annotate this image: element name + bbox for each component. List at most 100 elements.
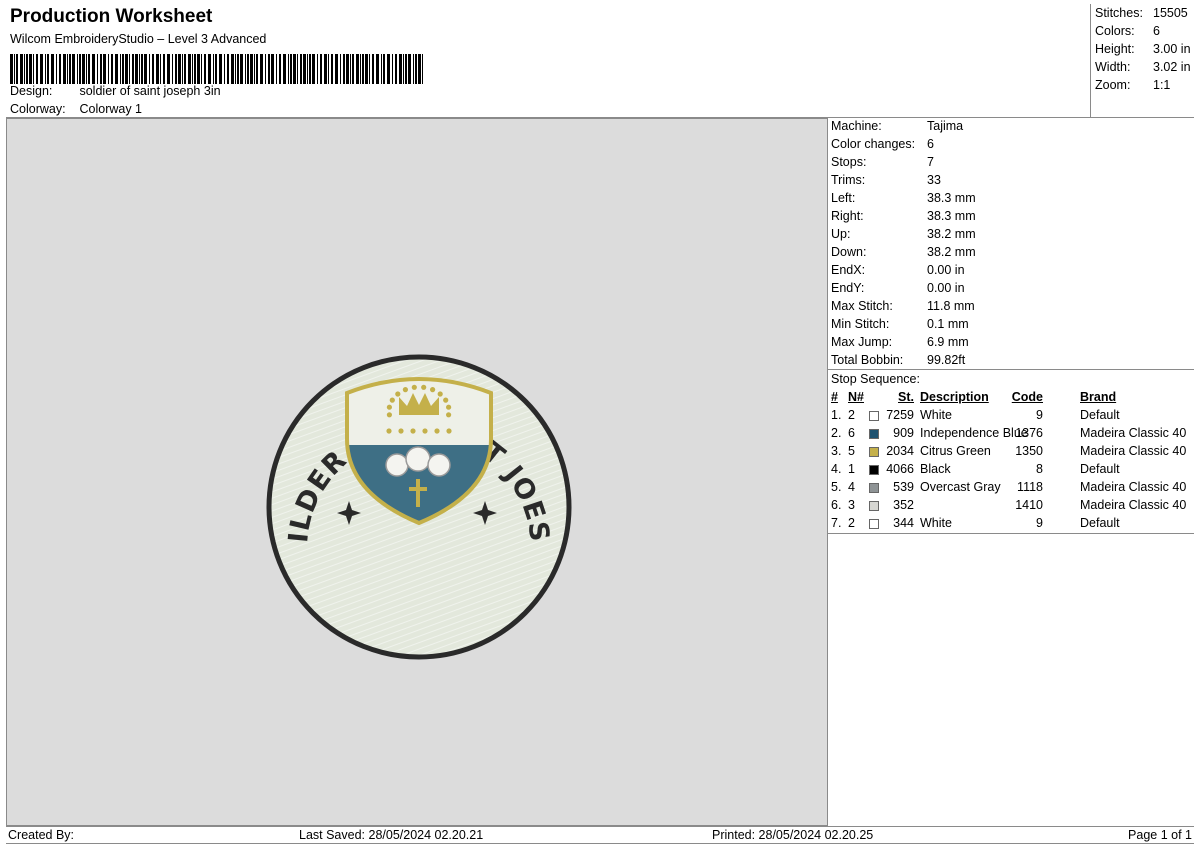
machine-info-row: Trims: 33 (831, 173, 941, 187)
row-code: 9 (1036, 516, 1043, 530)
summary-label: Height: (1095, 42, 1135, 56)
machine-info-label: Stops: (831, 155, 867, 169)
machine-info-label: EndX: (831, 263, 866, 277)
col-needle: N# (848, 390, 864, 404)
summary-value: 3.00 in (1153, 42, 1191, 56)
machine-info-row: Min Stitch: 0.1 mm (831, 317, 969, 331)
machine-info-label: EndY: (831, 281, 865, 295)
machine-info-row: Color changes: 6 (831, 137, 934, 151)
machine-info-label: Machine: (831, 119, 882, 133)
row-code: 1410 (1015, 498, 1043, 512)
stop-sequence-panel: Stop Sequence: # N# St. Description Code… (827, 370, 1194, 534)
machine-info-value: 0.00 in (927, 263, 965, 277)
machine-info-value: 99.82ft (927, 353, 966, 367)
embroidery-patch: SOILDER OF SAINT JOESPH (7, 119, 572, 660)
summary-label: Stitches: (1095, 6, 1143, 20)
design-preview[interactable]: SOILDER OF SAINT JOESPH (6, 118, 828, 826)
machine-info-value: 0.00 in (927, 281, 965, 295)
machine-info-value: 11.8 mm (927, 299, 975, 313)
row-index: 1. (831, 408, 842, 422)
machine-info-value: Tajima (927, 119, 964, 133)
machine-info-value: 6.9 mm (927, 335, 969, 349)
row-description: White (920, 408, 952, 422)
stop-sequence-title: Stop Sequence: (831, 372, 920, 386)
summary-value: 1:1 (1153, 78, 1171, 92)
row-index: 5. (831, 480, 842, 494)
worksheet-title: Production Worksheet (10, 6, 213, 27)
row-stitches: 539 (893, 480, 914, 494)
row-code: 8 (1036, 462, 1043, 476)
row-needle: 5 (848, 444, 855, 458)
machine-info-row: Max Jump: 6.9 mm (831, 335, 969, 349)
stop-sequence-row: 1. 2 7259 White 9 Default (828, 408, 1195, 426)
software-name: Wilcom EmbroideryStudio – Level 3 Advanc… (10, 32, 267, 46)
colorway-label: Colorway: (10, 102, 66, 116)
row-brand: Default (1080, 462, 1120, 476)
summary-label: Width: (1095, 60, 1131, 74)
row-stitches: 344 (893, 516, 914, 530)
row-stitches: 7259 (886, 408, 914, 422)
col-code: Code (1011, 390, 1043, 404)
color-swatch (869, 429, 879, 439)
summary-height: Height: 3.00 in (1095, 42, 1191, 56)
color-swatch (869, 465, 879, 475)
worksheet-header: Production Worksheet Wilcom EmbroiderySt… (6, 4, 1194, 118)
machine-info-row: Up: 38.2 mm (831, 227, 976, 241)
design-summary: Stitches: 15505 Colors: 6 Height: 3.00 in W… (1090, 4, 1194, 118)
machine-info-label: Max Jump: (831, 335, 893, 349)
color-swatch (869, 447, 879, 457)
col-index: # (831, 390, 838, 404)
stop-sequence-row: 7. 2 344 White 9 Default (828, 516, 1195, 534)
summary-value: 3.02 in (1153, 60, 1191, 74)
page-number: Page 1 of 1 (1128, 828, 1192, 842)
color-swatch (869, 519, 879, 529)
row-description: Independence Blue (920, 426, 1028, 440)
row-brand: Madeira Classic 40 (1080, 426, 1187, 440)
machine-info-label: Left: (831, 191, 856, 205)
summary-stitches: Stitches: 15505 (1095, 6, 1188, 20)
machine-info-value: 38.2 mm (927, 245, 976, 259)
row-needle: 1 (848, 462, 855, 476)
printed-date: Printed: 28/05/2024 02.20.25 (712, 828, 874, 842)
col-stitches: St. (898, 390, 914, 404)
col-description: Description (920, 390, 989, 404)
summary-width: Width: 3.02 in (1095, 60, 1191, 74)
stop-sequence-empty-area (827, 534, 1194, 826)
machine-info-label: Right: (831, 209, 864, 223)
colorway-value: Colorway 1 (79, 102, 143, 116)
color-swatch (869, 501, 879, 511)
design-row: Design: soldier of saint joseph 3in (10, 84, 221, 98)
stop-sequence-row: 4. 1 4066 Black 8 Default (828, 462, 1195, 480)
row-description: White (920, 516, 952, 530)
row-brand: Default (1080, 408, 1120, 422)
machine-info-row: Total Bobbin: 99.82ft (831, 353, 965, 367)
color-swatch (869, 483, 879, 493)
machine-info-label: Trims: (831, 173, 866, 187)
row-stitches: 2034 (886, 444, 914, 458)
machine-info-label: Max Stitch: (831, 299, 893, 313)
summary-value: 6 (1153, 24, 1160, 38)
row-needle: 4 (848, 480, 855, 494)
machine-info-label: Total Bobbin: (831, 353, 904, 367)
row-brand: Madeira Classic 40 (1080, 444, 1187, 458)
row-needle: 2 (848, 408, 855, 422)
row-code: 9 (1036, 408, 1043, 422)
machine-info-value: 38.2 mm (927, 227, 976, 241)
col-brand: Brand (1080, 390, 1117, 404)
row-brand: Madeira Classic 40 (1080, 480, 1187, 494)
machine-info-value: 7 (927, 155, 934, 169)
machine-info-row: Right: 38.3 mm (831, 209, 976, 223)
row-needle: 3 (848, 498, 855, 512)
last-saved: Last Saved: 28/05/2024 02.20.21 (299, 828, 484, 842)
summary-colors: Colors: 6 (1095, 24, 1160, 38)
machine-info-row: Stops: 7 (831, 155, 934, 169)
machine-info-row: Left: 38.3 mm (831, 191, 976, 205)
summary-zoom: Zoom: 1:1 (1095, 78, 1170, 92)
row-index: 6. (831, 498, 842, 512)
machine-info-value: 38.3 mm (927, 191, 976, 205)
row-description: Black (920, 462, 951, 476)
machine-info-row: Machine: Tajima (831, 119, 963, 133)
color-swatch (869, 411, 879, 421)
machine-info-row: EndY: 0.00 in (831, 281, 965, 295)
row-description: Overcast Gray (920, 480, 1001, 494)
